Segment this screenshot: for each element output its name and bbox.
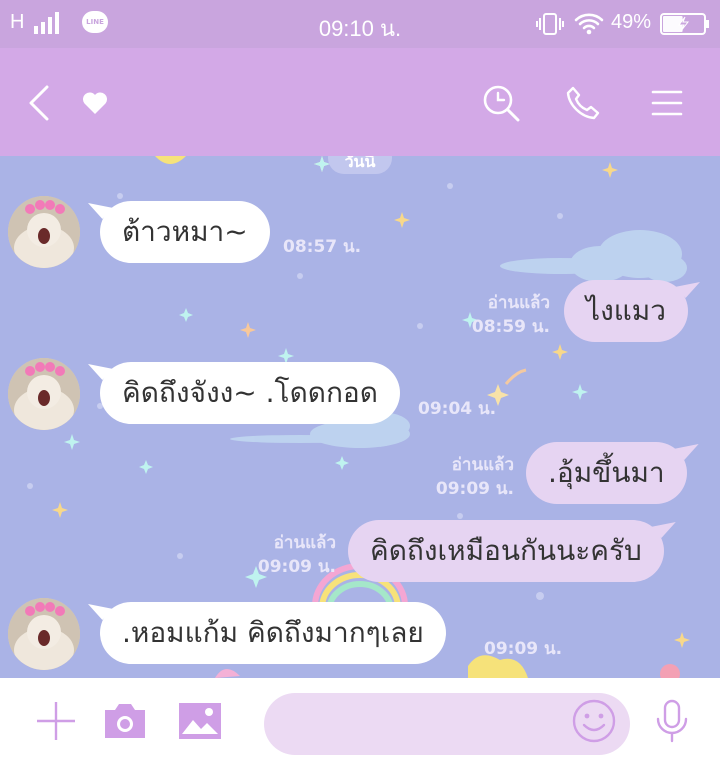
menu-icon[interactable] xyxy=(646,82,688,124)
read-receipt: อ่านแล้ว xyxy=(487,293,550,313)
message-time: 09:09 น. xyxy=(435,479,514,499)
message-time: 09:04 น. xyxy=(418,399,497,419)
plus-icon[interactable] xyxy=(34,698,78,744)
back-arrow-icon[interactable] xyxy=(18,82,60,124)
avatar[interactable] xyxy=(8,358,80,430)
message-time: 08:57 น. xyxy=(283,237,362,257)
date-separator: วันนี้ xyxy=(328,156,392,174)
image-icon[interactable] xyxy=(176,698,224,744)
message-text: .หอมแก้ม คิดถึงมากๆเลย xyxy=(122,616,424,649)
message-text: คิดถึงจังง~ .โดดกอด xyxy=(122,376,378,409)
message-text: .อุ้มขึ้นมา xyxy=(548,456,665,489)
phone-icon[interactable] xyxy=(562,82,604,124)
battery-percent: 49% xyxy=(611,11,652,33)
message-text: ไงแมว xyxy=(586,294,666,327)
message-bubble-incoming[interactable]: คิดถึงจังง~ .โดดกอด xyxy=(100,362,400,424)
message-time: 09:09 น. xyxy=(484,639,563,659)
search-icon[interactable] xyxy=(480,82,522,124)
avatar[interactable] xyxy=(8,196,80,268)
battery-charging-icon xyxy=(660,13,710,39)
message-time: 08:59 น. xyxy=(471,317,550,337)
message-bubble-outgoing[interactable]: ไงแมว xyxy=(564,280,688,342)
cat-avatar-icon xyxy=(8,196,80,268)
camera-icon[interactable] xyxy=(102,698,148,744)
microphone-icon[interactable] xyxy=(652,698,692,744)
read-receipt: อ่านแล้ว xyxy=(273,533,336,553)
vibrate-icon xyxy=(536,12,564,40)
wifi-icon xyxy=(574,12,604,40)
status-bar: H LINE 09:10 น. 49% xyxy=(0,0,720,48)
message-text: คิดถึงเหมือนกันนะครับ xyxy=(370,534,642,567)
avatar[interactable] xyxy=(8,598,80,670)
chat-area[interactable]: วันนี้ ต้าวหมา~ 08:57 น. อ่านแล้ว 08:59 … xyxy=(0,156,720,678)
message-bubble-incoming[interactable]: ต้าวหมา~ xyxy=(100,201,270,263)
cat-avatar-icon xyxy=(8,358,80,430)
chat-header xyxy=(0,48,720,156)
cat-avatar-icon xyxy=(8,598,80,670)
message-input-bar xyxy=(0,678,720,769)
emoji-icon[interactable] xyxy=(570,698,618,744)
read-receipt: อ่านแล้ว xyxy=(451,455,514,475)
message-bubble-incoming[interactable]: .หอมแก้ม คิดถึงมากๆเลย xyxy=(100,602,446,664)
message-bubble-outgoing[interactable]: .อุ้มขึ้นมา xyxy=(526,442,687,504)
message-time: 09:09 น. xyxy=(257,557,336,577)
message-bubble-outgoing[interactable]: คิดถึงเหมือนกันนะครับ xyxy=(348,520,664,582)
message-text: ต้าวหมา~ xyxy=(122,215,248,248)
heart-icon[interactable] xyxy=(74,82,116,124)
